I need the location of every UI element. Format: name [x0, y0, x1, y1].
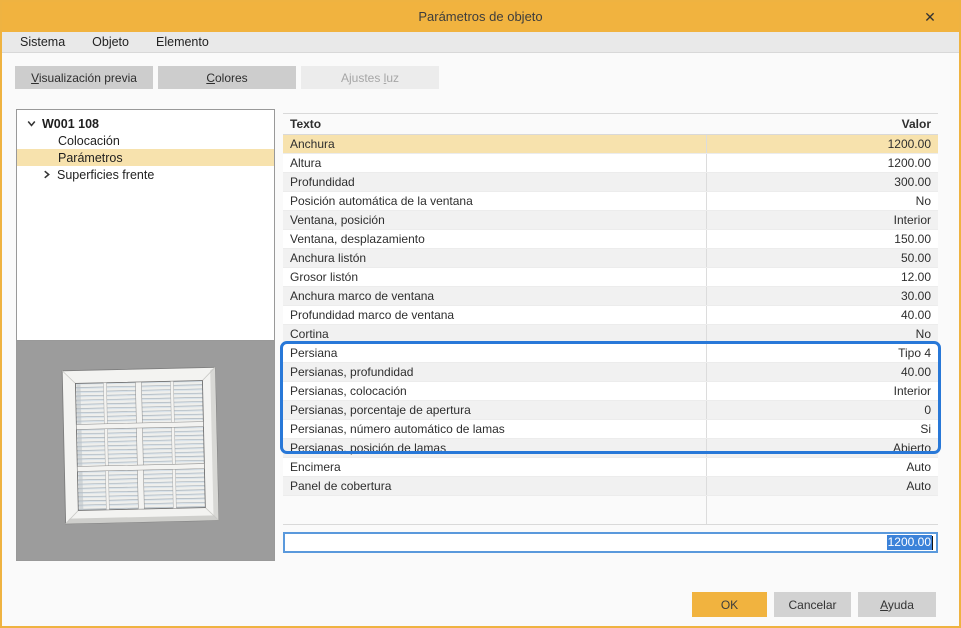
dialog-title: Parámetros de objeto: [418, 9, 543, 24]
row-value[interactable]: No: [707, 194, 938, 208]
table-header: Texto Valor: [283, 113, 938, 135]
tab-colores[interactable]: Colores: [158, 66, 296, 89]
row-value[interactable]: Si: [707, 422, 938, 436]
tree-item-label: Colocación: [58, 133, 120, 148]
table-row-persianas-porcentaje-de-apertura[interactable]: Persianas, porcentaje de apertura 0: [283, 401, 938, 420]
ok-button[interactable]: OK: [692, 592, 767, 617]
tree-item-colocacion[interactable]: Colocación: [17, 132, 274, 149]
row-label: Panel de cobertura: [283, 477, 707, 495]
row-label: Persianas, posición de lamas: [283, 439, 707, 457]
row-label: Encimera: [283, 458, 707, 476]
table-row-panel-de-cobertura[interactable]: Panel de cobertura Auto: [283, 477, 938, 496]
row-value[interactable]: Interior: [707, 213, 938, 227]
row-label: Anchura marco de ventana: [283, 287, 707, 305]
row-label: Grosor listón: [283, 268, 707, 286]
row-value[interactable]: Auto: [707, 479, 938, 493]
chevron-down-icon[interactable]: [26, 118, 37, 129]
tree-item-label: W001 108: [42, 116, 99, 131]
tree-item-superficies-frente[interactable]: Superficies frente: [17, 166, 274, 183]
row-value[interactable]: 300.00: [707, 175, 938, 189]
row-value[interactable]: 50.00: [707, 251, 938, 265]
row-value[interactable]: 40.00: [707, 365, 938, 379]
row-value[interactable]: 1200.00: [707, 156, 938, 170]
row-value[interactable]: 150.00: [707, 232, 938, 246]
tab-visualizacion-previa[interactable]: Visualización previa: [15, 66, 153, 89]
row-value[interactable]: 40.00: [707, 308, 938, 322]
ayuda-button[interactable]: Ayuda: [858, 592, 936, 617]
table-row-persianas-profundidad[interactable]: Persianas, profundidad 40.00: [283, 363, 938, 382]
table-row-grosor-liston[interactable]: Grosor listón 12.00: [283, 268, 938, 287]
menu-elemento[interactable]: Elemento: [156, 32, 209, 52]
table-row-persianas-numero-automatico-de-lamas[interactable]: Persianas, número automático de lamas Si: [283, 420, 938, 439]
table-row-persiana[interactable]: Persiana Tipo 4: [283, 344, 938, 363]
menu-bar: Sistema Objeto Elemento: [2, 32, 959, 53]
row-label: Posición automática de la ventana: [283, 192, 707, 210]
title-bar: Parámetros de objeto ✕: [2, 2, 959, 32]
row-value[interactable]: 1200.00: [707, 137, 938, 151]
row-value[interactable]: 12.00: [707, 270, 938, 284]
row-label: Anchura: [283, 135, 707, 153]
object-tree-panel: W001 108 Colocación Parámetros Superficies …: [16, 109, 275, 341]
table-row-ventana-desplazamiento[interactable]: Ventana, desplazamiento 150.00: [283, 230, 938, 249]
table-empty-area: [283, 496, 938, 525]
tree-item-label: Parámetros: [58, 150, 123, 165]
table-row-profundidad[interactable]: Profundidad 300.00: [283, 173, 938, 192]
row-label: Persianas, número automático de lamas: [283, 420, 707, 438]
table-row-altura[interactable]: Altura 1200.00: [283, 154, 938, 173]
row-label: Persianas, porcentaje de apertura: [283, 401, 707, 419]
row-label: Persianas, colocación: [283, 382, 707, 400]
row-label: Profundidad: [283, 173, 707, 191]
row-label: Ventana, posición: [283, 211, 707, 229]
header-texto: Texto: [290, 117, 322, 131]
row-label: Cortina: [283, 325, 707, 343]
tree-item-label: Superficies frente: [57, 167, 155, 182]
table-row-cortina[interactable]: Cortina No: [283, 325, 938, 344]
tab-bar: Visualización previa Colores Ajustes luz: [15, 66, 439, 89]
row-label: Profundidad marco de ventana: [283, 306, 707, 324]
table-row-posicion-automatica-de-la-ventana[interactable]: Posición automática de la ventana No: [283, 192, 938, 211]
tab-ajustes-luz: Ajustes luz: [301, 66, 439, 89]
table-row-persianas-colocacion[interactable]: Persianas, colocación Interior: [283, 382, 938, 401]
footer-buttons: OK Cancelar Ayuda: [692, 592, 936, 617]
row-value[interactable]: Interior: [707, 384, 938, 398]
tree-item-parametros[interactable]: Parámetros: [17, 149, 274, 166]
cancelar-button[interactable]: Cancelar: [774, 592, 851, 617]
tree-item-w001-108[interactable]: W001 108: [17, 115, 274, 132]
row-value[interactable]: Tipo 4: [707, 346, 938, 360]
row-label: Ventana, desplazamiento: [283, 230, 707, 248]
menu-sistema[interactable]: Sistema: [20, 32, 65, 52]
table-row-persianas-posicion-de-lamas[interactable]: Persianas, posición de lamas Abierto: [283, 439, 938, 458]
object-parameters-dialog: Parámetros de objeto ✕ Sistema Objeto Elem…: [0, 0, 961, 628]
row-value[interactable]: 30.00: [707, 289, 938, 303]
value-edit-field[interactable]: 1200.00: [283, 532, 938, 553]
row-label: Persianas, profundidad: [283, 363, 707, 381]
table-row-profundidad-marco-de-ventana[interactable]: Profundidad marco de ventana 40.00: [283, 306, 938, 325]
row-value[interactable]: No: [707, 327, 938, 341]
row-label: Anchura listón: [283, 249, 707, 267]
table-row-encimera[interactable]: Encimera Auto: [283, 458, 938, 477]
close-icon[interactable]: ✕: [915, 2, 945, 32]
header-valor: Valor: [901, 117, 931, 131]
row-value[interactable]: 0: [707, 403, 938, 417]
table-row-anchura-marco-de-ventana[interactable]: Anchura marco de ventana 30.00: [283, 287, 938, 306]
menu-objeto[interactable]: Objeto: [92, 32, 129, 52]
row-label: Altura: [283, 154, 707, 172]
preview-panel: [16, 340, 275, 561]
edit-field-selected-text: 1200.00: [886, 535, 932, 550]
row-value[interactable]: Auto: [707, 460, 938, 474]
text-cursor: [932, 535, 933, 550]
parameter-table: Texto Valor Anchura 1200.00 Altura 1200.00 P…: [280, 113, 941, 525]
row-value[interactable]: Abierto: [707, 441, 938, 455]
table-row-anchura[interactable]: Anchura 1200.00: [283, 135, 938, 154]
table-row-anchura-liston[interactable]: Anchura listón 50.00: [283, 249, 938, 268]
row-label: Persiana: [283, 344, 707, 362]
table-row-ventana-posicion[interactable]: Ventana, posición Interior: [283, 211, 938, 230]
object-preview: [61, 366, 220, 525]
chevron-right-icon[interactable]: [41, 169, 52, 180]
